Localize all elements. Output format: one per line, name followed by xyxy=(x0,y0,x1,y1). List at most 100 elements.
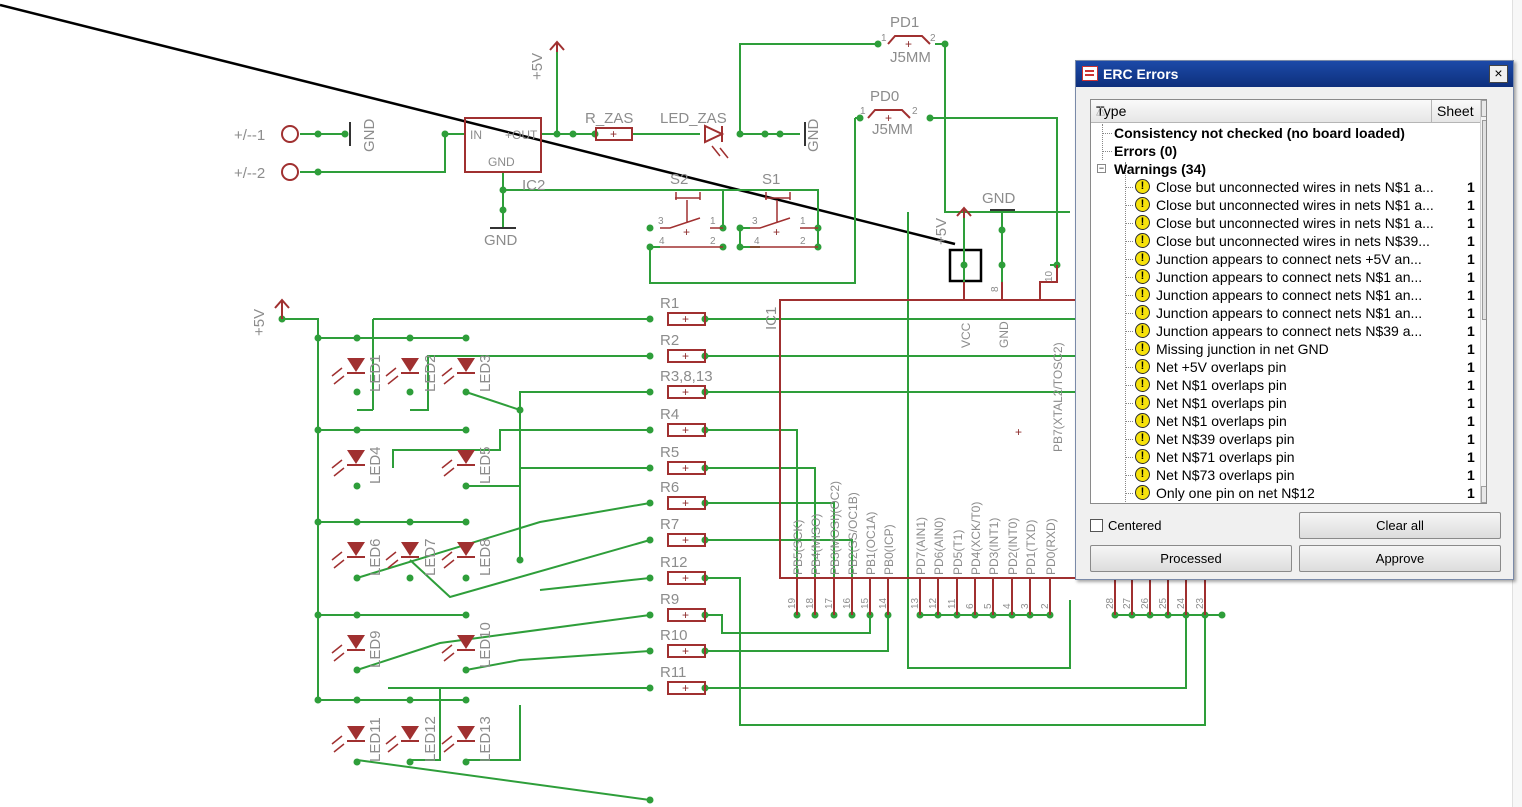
warning-row[interactable]: ! Net N$71 overlaps pin 1 xyxy=(1091,448,1480,466)
regulator-ic2[interactable]: IN +OUT GND IC2 xyxy=(464,117,545,194)
warning-row[interactable]: ! Junction appears to connect nets N$39 a… xyxy=(1091,322,1480,340)
ic1-pin-label: PB5(SCK) xyxy=(791,520,805,575)
scrollbar-thumb[interactable] xyxy=(1482,120,1486,320)
led-led10[interactable]: LED10 xyxy=(441,622,494,668)
led-led6[interactable]: LED6 xyxy=(331,538,384,576)
erc-errors-dialog: ERC Errors × Type △ Sheet Consistency no… xyxy=(1075,60,1514,580)
svg-text:R12: R12 xyxy=(660,554,688,571)
led-led11[interactable]: LED11 xyxy=(331,717,384,762)
column-header-type[interactable]: Type △ xyxy=(1091,100,1432,122)
led-led3[interactable]: LED3 xyxy=(441,354,494,392)
warning-sheet: 1 xyxy=(1467,251,1475,267)
clear-all-button[interactable]: Clear all xyxy=(1299,512,1501,539)
resistor-r7[interactable]: +R7 xyxy=(660,516,706,547)
warning-row[interactable]: ! Net N$73 overlaps pin 1 xyxy=(1091,466,1480,484)
close-button[interactable]: × xyxy=(1489,65,1508,83)
centered-checkbox[interactable] xyxy=(1090,519,1103,532)
svg-text:3: 3 xyxy=(752,216,758,227)
ic1-pin-label: PB4(MISO) xyxy=(809,514,823,575)
warning-row[interactable]: ! Close but unconnected wires in nets N$3… xyxy=(1091,232,1480,250)
warning-row[interactable]: ! Net N$1 overlaps pin 1 xyxy=(1091,394,1480,412)
warning-row[interactable]: ! Junction appears to connect nets +5V an… xyxy=(1091,250,1480,268)
resistor-r6[interactable]: +R6 xyxy=(660,479,706,510)
svg-text:+: + xyxy=(682,533,689,547)
svg-text:J5MM: J5MM xyxy=(872,121,913,138)
ic1-pin-label: PB1(OC1A) xyxy=(864,512,878,575)
resistor-r-zas[interactable]: + R_ZAS xyxy=(585,110,633,141)
resistor-r3-8-13[interactable]: +R3,8,13 xyxy=(660,368,713,399)
svg-text:GND: GND xyxy=(982,190,1016,207)
led-led2[interactable]: LED2 xyxy=(385,354,439,392)
led-led1[interactable]: LED1 xyxy=(331,354,384,392)
resistor-r11[interactable]: +R11 xyxy=(660,664,706,695)
warning-row[interactable]: ! Net N$39 overlaps pin 1 xyxy=(1091,430,1480,448)
led-led5[interactable]: LED5 xyxy=(441,446,494,484)
led-led9[interactable]: LED9 xyxy=(331,630,384,668)
svg-text:+: + xyxy=(610,127,617,141)
warning-row[interactable]: ! Net N$1 overlaps pin 1 xyxy=(1091,376,1480,394)
led-led7[interactable]: LED7 xyxy=(385,538,439,576)
svg-text:+OUT: +OUT xyxy=(505,128,538,142)
led-led13[interactable]: LED13 xyxy=(441,716,494,762)
warning-row[interactable]: ! Close but unconnected wires in nets N$1… xyxy=(1091,214,1480,232)
svg-text:LED11: LED11 xyxy=(367,717,384,762)
warning-row[interactable]: ! Close but unconnected wires in nets N$1… xyxy=(1091,196,1480,214)
warning-row[interactable]: ! Junction appears to connect nets N$1 an… xyxy=(1091,268,1480,286)
warning-sheet: 1 xyxy=(1467,323,1475,339)
warning-row[interactable]: ! Missing junction in net GND 1 xyxy=(1091,340,1480,358)
warning-icon: ! xyxy=(1135,305,1150,320)
svg-text:R1: R1 xyxy=(660,295,679,312)
approve-button[interactable]: Approve xyxy=(1299,545,1501,572)
jumper-pd0[interactable]: 1 2 + PD0 J5MM xyxy=(860,88,918,138)
resistor-r10[interactable]: +R10 xyxy=(660,627,706,658)
warning-icon: ! xyxy=(1135,395,1150,410)
resistor-r1[interactable]: +R1 xyxy=(660,295,706,326)
jumper-pd1[interactable]: 1 2 + PD1 J5MM xyxy=(881,14,936,66)
warning-row[interactable]: ! Junction appears to connect nets N$1 an… xyxy=(1091,286,1480,304)
warning-row[interactable]: ! Only one pin on net N$12 1 xyxy=(1091,484,1480,502)
ic1-pin-number: 14 xyxy=(878,597,889,609)
switch-s1[interactable]: + S1 3 1 4 2 xyxy=(750,171,818,248)
led-led8[interactable]: LED8 xyxy=(441,538,494,576)
warning-text: Only one pin on net N$12 xyxy=(1156,485,1315,501)
warning-icon: ! xyxy=(1135,179,1150,194)
ic1-pin-label: PD6(AIN0) xyxy=(932,517,946,575)
processed-button[interactable]: Processed xyxy=(1090,545,1292,572)
warning-icon: ! xyxy=(1135,251,1150,266)
resistor-r5[interactable]: +R5 xyxy=(660,444,706,475)
supply-terminal-2[interactable]: +/--2 xyxy=(234,163,299,182)
tree-vertical-scrollbar[interactable]: ▲ ▼ xyxy=(1480,100,1486,503)
scroll-down-arrow-icon[interactable]: ▼ xyxy=(1481,486,1486,503)
resistor-r2[interactable]: +R2 xyxy=(660,332,706,363)
warning-sheet: 1 xyxy=(1467,431,1475,447)
svg-text:1: 1 xyxy=(710,216,716,227)
resistor-r4[interactable]: +R4 xyxy=(660,406,706,437)
column-header-sheet[interactable]: Sheet xyxy=(1432,100,1482,122)
resistor-r9[interactable]: +R9 xyxy=(660,591,706,622)
warning-row[interactable]: ! Net N$1 overlaps pin 1 xyxy=(1091,412,1480,430)
warning-row[interactable]: ! Junction appears to connect nets N$1 an… xyxy=(1091,304,1480,322)
svg-text:+: + xyxy=(1015,425,1022,439)
led-led4[interactable]: LED4 xyxy=(331,446,384,484)
warning-row[interactable]: ! Net +5V overlaps pin 1 xyxy=(1091,358,1480,376)
led-led12[interactable]: LED12 xyxy=(385,716,439,762)
warning-icon: ! xyxy=(1135,287,1150,302)
warning-row[interactable]: ! Close but unconnected wires in nets N$1… xyxy=(1091,178,1480,196)
ic1-pin-label: PD5(T1) xyxy=(951,530,965,575)
resistor-r12[interactable]: +R12 xyxy=(660,554,706,585)
tree-item-warnings[interactable]: − Warnings (34) xyxy=(1091,160,1480,178)
warning-sheet: 1 xyxy=(1467,377,1475,393)
dialog-titlebar[interactable]: ERC Errors × xyxy=(1076,61,1513,87)
warning-icon: ! xyxy=(1135,269,1150,284)
tree-item-errors[interactable]: Errors (0) xyxy=(1091,142,1480,160)
tree-item-consistency[interactable]: Consistency not checked (no board loaded… xyxy=(1091,124,1480,142)
svg-text:R5: R5 xyxy=(660,444,679,461)
supply-terminal-1[interactable]: +/--1 xyxy=(234,125,299,144)
erc-results-tree[interactable]: Type △ Sheet Consistency not checked (no… xyxy=(1090,99,1487,504)
gnd-symbol-2: GND xyxy=(804,119,822,152)
warning-sheet: 1 xyxy=(1467,179,1475,195)
ic1-pin-number: 13 xyxy=(910,597,921,609)
svg-text:1: 1 xyxy=(800,216,806,227)
collapse-icon[interactable]: − xyxy=(1097,164,1106,173)
scroll-up-arrow-icon[interactable]: ▲ xyxy=(1481,100,1486,117)
